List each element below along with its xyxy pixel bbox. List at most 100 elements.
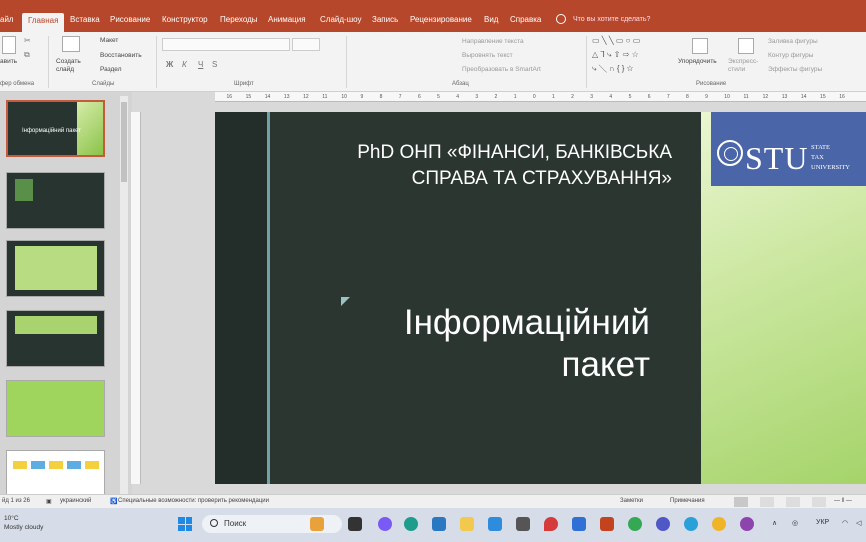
normal-view-button[interactable] <box>734 497 748 507</box>
slide-subtitle[interactable]: Інформаційний пакет <box>350 302 650 386</box>
italic-button[interactable]: К <box>182 60 187 69</box>
triangle-marker-icon <box>341 297 350 306</box>
slide-thumbnail-3[interactable] <box>6 240 105 297</box>
font-name-field[interactable] <box>162 38 290 51</box>
notes-button[interactable]: Заметки <box>620 498 643 504</box>
tab-file[interactable]: айл <box>0 15 14 24</box>
news-icon[interactable] <box>310 517 324 531</box>
bold-button[interactable]: Ж <box>166 60 173 69</box>
cut-icon[interactable]: ✂ <box>24 36 31 45</box>
weather-temperature: 10°C <box>4 515 19 522</box>
layout-button[interactable]: Макет <box>100 37 118 44</box>
viber-icon[interactable] <box>740 517 754 531</box>
weather-widget[interactable]: 10°C Mostly cloudy <box>4 514 43 532</box>
section-button[interactable]: Раздел <box>100 66 121 73</box>
edge-icon[interactable] <box>404 517 418 531</box>
font-size-field[interactable] <box>292 38 320 51</box>
tray-app-icon[interactable]: ◎ <box>792 519 798 527</box>
arrange-icon[interactable] <box>692 38 708 54</box>
windows-start-icon[interactable] <box>178 517 192 531</box>
arrange-button[interactable]: Упорядочить <box>678 58 717 65</box>
copy-icon[interactable]: ⧉ <box>24 50 30 60</box>
ruler-tick: 7 <box>398 94 402 100</box>
reading-view-button[interactable] <box>786 497 800 507</box>
input-language[interactable]: УКР <box>816 519 829 526</box>
smartart-button[interactable]: Преобразовать в SmartArt <box>462 66 541 73</box>
ruler-tick: 14 <box>264 94 271 100</box>
teams-icon[interactable] <box>656 517 670 531</box>
shapes-gallery[interactable]: ▭ ╲ ╲ ▭ ○ ▭ △ ⅂ ⤷ ⇧ ⇨ ☆ ⤷ ╲ ∩ { } ☆ <box>592 36 662 78</box>
ruler-tick: 10 <box>724 94 730 100</box>
word-icon[interactable] <box>572 517 586 531</box>
wifi-icon[interactable]: ◠ <box>842 519 848 527</box>
slide-thumbnail-1[interactable]: Інформаційний пакет <box>6 100 105 157</box>
zoom-slider[interactable]: — ‖ — <box>834 498 852 504</box>
tab-design[interactable]: Конструктор <box>162 15 208 24</box>
tab-slideshow[interactable]: Слайд-шоу <box>320 15 361 24</box>
underline-button[interactable]: Ч <box>198 60 203 69</box>
logo-text: STU <box>745 140 809 176</box>
browser-icon[interactable] <box>712 517 726 531</box>
slide-sorter-button[interactable] <box>760 497 774 507</box>
shape-outline-button[interactable]: Контур фигуры <box>768 52 813 59</box>
tab-home[interactable]: Главная <box>22 13 65 32</box>
phone-icon[interactable] <box>516 517 530 531</box>
chat-icon[interactable] <box>378 517 392 531</box>
paste-icon[interactable] <box>2 36 16 54</box>
ruler-tick: 15 <box>820 94 826 100</box>
text-direction-button[interactable]: Направление текста <box>462 38 524 45</box>
accessibility-status[interactable]: Специальные возможности: проверить реком… <box>118 498 269 504</box>
volume-icon[interactable]: ◁ <box>856 519 861 527</box>
quick-styles-button[interactable]: Экспресс-стили <box>728 58 758 74</box>
slide-thumbnail-pane: Інформаційний пакет <box>0 92 132 507</box>
maps-icon[interactable] <box>544 517 558 531</box>
shape-fill-button[interactable]: Заливка фигуры <box>768 38 818 45</box>
ruler-tick: 2 <box>571 94 574 100</box>
slide-title[interactable]: PhD ОНП «ФІНАНСИ, БАНКІВСЬКА СПРАВА ТА С… <box>292 140 672 192</box>
comments-button[interactable]: Примечания <box>670 498 705 504</box>
tray-chevron-icon[interactable]: ∧ <box>772 519 777 527</box>
divider <box>48 36 49 88</box>
quick-styles-icon[interactable] <box>738 38 754 54</box>
telegram-icon[interactable] <box>684 517 698 531</box>
tab-draw[interactable]: Рисование <box>110 15 150 24</box>
chrome-icon[interactable] <box>628 517 642 531</box>
university-logo: STU STATE TAX UNIVERSITY <box>711 112 866 186</box>
tab-animations[interactable]: Анимация <box>268 15 306 24</box>
powerpoint-icon[interactable] <box>600 517 614 531</box>
align-text-button[interactable]: Выровнять текст <box>462 52 513 59</box>
new-slide-button[interactable]: Создать слайд <box>56 58 86 74</box>
tab-review[interactable]: Рецензирование <box>410 15 472 24</box>
task-view-icon[interactable] <box>348 517 362 531</box>
tab-insert[interactable]: Вставка <box>70 15 100 24</box>
slide-thumbnail-4[interactable] <box>6 310 105 367</box>
slide-thumbnail-2[interactable] <box>6 172 105 229</box>
paste-button[interactable]: авить <box>0 58 17 65</box>
paragraph-group-label: Абзац <box>452 81 469 87</box>
ribbon-tabs: айл Главная Вставка Рисование Конструкто… <box>0 0 866 32</box>
powerpoint-window: айл Главная Вставка Рисование Конструкто… <box>0 0 866 542</box>
search-icon <box>210 519 218 527</box>
slide[interactable]: STU STATE TAX UNIVERSITY PhD ОНП «ФІНАНС… <box>215 112 866 484</box>
divider <box>586 36 587 88</box>
file-explorer-icon[interactable] <box>460 517 474 531</box>
slide-thumbnail-5[interactable] <box>6 380 105 437</box>
tab-help[interactable]: Справка <box>510 15 541 24</box>
new-slide-icon[interactable] <box>62 36 80 52</box>
slideshow-button[interactable] <box>812 497 826 507</box>
tab-record[interactable]: Запись <box>372 15 398 24</box>
reset-button[interactable]: Восстановить <box>100 52 142 59</box>
strikethrough-button[interactable]: S <box>212 60 217 69</box>
tell-me-search[interactable]: Что вы хотите сделать? <box>573 16 650 23</box>
shape-effects-button[interactable]: Эффекты фигуры <box>768 66 822 73</box>
ruler-tick: 1 <box>551 94 555 100</box>
language-indicator[interactable]: украинский <box>60 498 91 504</box>
tab-view[interactable]: Вид <box>484 15 498 24</box>
store-icon[interactable] <box>432 517 446 531</box>
tab-transitions[interactable]: Переходы <box>220 15 258 24</box>
seal-icon <box>717 140 743 166</box>
lightbulb-icon <box>556 14 566 24</box>
mail-icon[interactable] <box>488 517 502 531</box>
spellcheck-icon[interactable]: ▣ <box>46 498 52 505</box>
thumbnail-scrollbar[interactable] <box>120 96 128 494</box>
